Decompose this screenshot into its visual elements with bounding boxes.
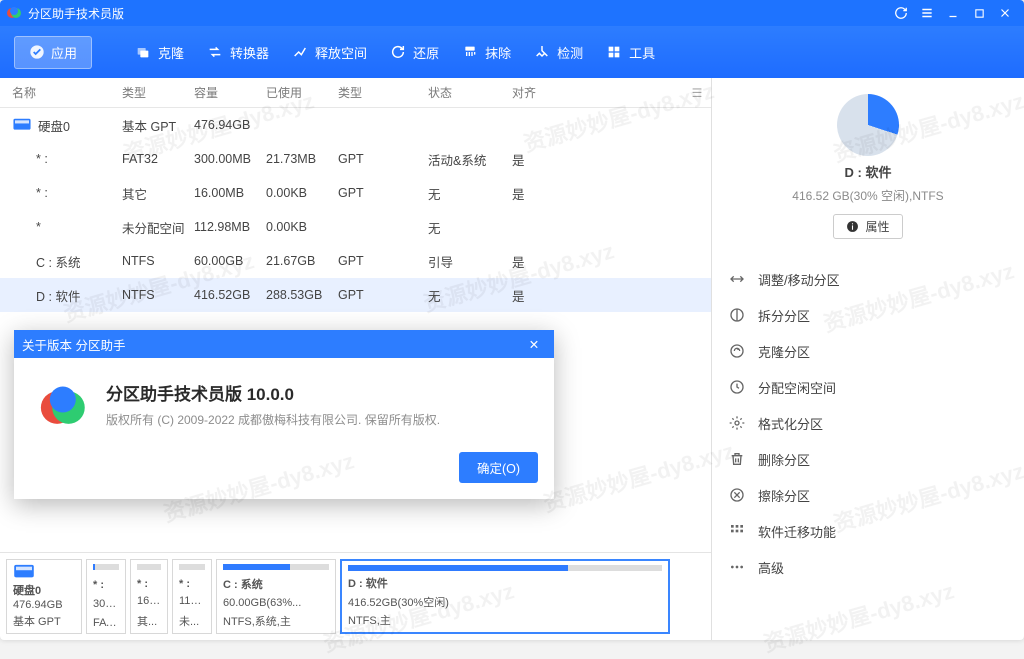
bottom-partition-card[interactable]: * :112...未... — [172, 559, 212, 634]
clone-icon — [728, 342, 746, 360]
op-resize[interactable]: 调整/移动分区 — [728, 261, 1008, 297]
clone-icon — [134, 43, 152, 61]
partition-row[interactable]: C : 系统NTFS60.00GB21.67GBGPT引导是 — [0, 244, 711, 278]
about-dialog-titlebar: 关于版本 分区助手 ✕ — [14, 330, 554, 358]
op-delete[interactable]: 删除分区 — [728, 441, 1008, 477]
disk-row[interactable]: 硬盘0基本 GPT476.94GB — [0, 108, 711, 142]
alloc-icon — [728, 378, 746, 396]
about-dialog-title: 关于版本 分区助手 — [22, 335, 125, 354]
menu-button[interactable] — [914, 1, 940, 25]
maximize-button[interactable] — [966, 1, 992, 25]
selected-partition-detail: 416.52 GB(30% 空闲),NTFS — [792, 187, 943, 204]
apply-button[interactable]: 应用 — [14, 36, 92, 69]
about-ok-button[interactable]: 确定(O) — [459, 452, 538, 483]
partition-row[interactable]: * :其它16.00MB0.00KBGPT无是 — [0, 176, 711, 210]
usage-pie-icon — [837, 94, 899, 156]
titlebar: 分区助手技术员版 — [0, 0, 1024, 26]
op-format[interactable]: 格式化分区 — [728, 405, 1008, 441]
close-button[interactable] — [992, 1, 1018, 25]
bottom-disk-card[interactable]: 硬盘0476.94GB基本 GPT — [6, 559, 82, 634]
op-alloc[interactable]: 分配空闲空间 — [728, 369, 1008, 405]
wipe-icon — [461, 43, 479, 61]
op-more[interactable]: 高级 — [728, 549, 1008, 585]
restore-icon — [389, 43, 407, 61]
refresh-button[interactable] — [888, 1, 914, 25]
check-circle-icon — [29, 44, 45, 60]
column-headers: 名称 类型 容量 已使用 类型 状态 对齐 ☰ — [0, 78, 711, 108]
side-operations: 调整/移动分区拆分分区克隆分区分配空闲空间格式化分区删除分区擦除分区软件迁移功能… — [728, 261, 1008, 585]
split-icon — [728, 306, 746, 324]
app-window: 分区助手技术员版 应用 克隆 转换器 释放空间 还原 抹除 检测 工具 名称 类… — [0, 0, 1024, 640]
minimize-button[interactable] — [940, 1, 966, 25]
bottom-layout: 硬盘0476.94GB基本 GPT* :300...FAT...* :16...… — [0, 552, 711, 640]
format-icon — [728, 414, 746, 432]
tool-wipe[interactable]: 抹除 — [451, 37, 521, 68]
about-dialog: 关于版本 分区助手 ✕ 分区助手技术员版 10.0.0 版权所有 (C) 200… — [14, 330, 554, 499]
bottom-partition-card[interactable]: C : 系统60.00GB(63%...NTFS,系统,主 — [216, 559, 336, 634]
resize-icon — [728, 270, 746, 288]
op-clone[interactable]: 克隆分区 — [728, 333, 1008, 369]
col-type[interactable]: 类型 — [122, 84, 194, 101]
tool-clone[interactable]: 克隆 — [124, 37, 194, 68]
selected-partition-name: D : 软件 — [845, 162, 892, 181]
op-split[interactable]: 拆分分区 — [728, 297, 1008, 333]
attributes-button[interactable]: 属性 — [833, 214, 902, 239]
check-icon — [533, 43, 551, 61]
col-name[interactable]: 名称 — [12, 84, 122, 101]
tool-check[interactable]: 检测 — [523, 37, 593, 68]
disk-icon — [13, 564, 35, 580]
migrate-icon — [728, 522, 746, 540]
about-logo-icon — [36, 380, 88, 432]
op-migrate[interactable]: 软件迁移功能 — [728, 513, 1008, 549]
info-icon — [846, 220, 859, 233]
tool-tools[interactable]: 工具 — [595, 37, 665, 68]
wipe-icon — [728, 486, 746, 504]
app-title: 分区助手技术员版 — [28, 5, 888, 22]
col-align[interactable]: 对齐 — [512, 84, 562, 101]
col-used[interactable]: 已使用 — [266, 84, 338, 101]
side-pane: D : 软件 416.52 GB(30% 空闲),NTFS 属性 调整/移动分区… — [712, 78, 1024, 640]
bottom-partition-card[interactable]: * :16....其... — [130, 559, 168, 634]
disk-icon — [12, 118, 32, 132]
op-wipe[interactable]: 擦除分区 — [728, 477, 1008, 513]
col-ptype[interactable]: 类型 — [338, 84, 428, 101]
col-status[interactable]: 状态 — [428, 84, 512, 101]
partition-row[interactable]: * :FAT32300.00MB21.73MBGPT活动&系统是 — [0, 142, 711, 176]
freespace-icon — [291, 43, 309, 61]
column-menu-button[interactable]: ☰ — [683, 86, 711, 100]
about-close-button[interactable]: ✕ — [522, 337, 546, 352]
partition-row[interactable]: D : 软件NTFS416.52GB288.53GBGPT无是 — [0, 278, 711, 312]
more-icon — [728, 558, 746, 576]
bottom-partition-card[interactable]: * :300...FAT... — [86, 559, 126, 634]
delete-icon — [728, 450, 746, 468]
about-heading: 分区助手技术员版 10.0.0 — [106, 380, 440, 405]
about-copyright: 版权所有 (C) 2009-2022 成都傲梅科技有限公司. 保留所有版权. — [106, 411, 440, 428]
tool-freespace[interactable]: 释放空间 — [281, 37, 377, 68]
partition-row[interactable]: *未分配空间112.98MB0.00KB无 — [0, 210, 711, 244]
col-capacity[interactable]: 容量 — [194, 84, 266, 101]
tool-convert[interactable]: 转换器 — [196, 37, 279, 68]
bottom-partition-card[interactable]: D : 软件416.52GB(30%空闲)NTFS,主 — [340, 559, 670, 634]
tool-restore[interactable]: 还原 — [379, 37, 449, 68]
convert-icon — [206, 43, 224, 61]
app-logo-icon — [6, 5, 22, 21]
toolbar: 应用 克隆 转换器 释放空间 还原 抹除 检测 工具 — [0, 26, 1024, 78]
tools-icon — [605, 43, 623, 61]
